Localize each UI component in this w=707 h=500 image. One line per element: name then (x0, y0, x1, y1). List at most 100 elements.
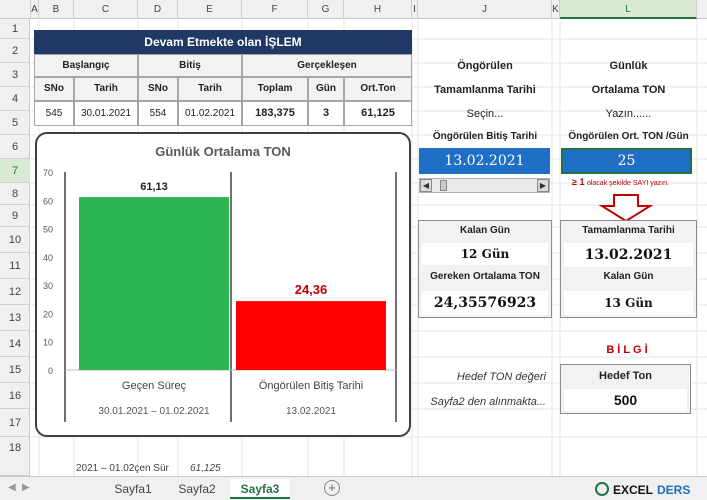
column-header-d[interactable]: D (138, 0, 178, 19)
hedef-ton-degeri-label: Hedef TON değeri (456, 371, 546, 383)
tab-sayfa1[interactable]: Sayfa1 (102, 479, 164, 499)
col-sno-start: SNo (34, 77, 74, 101)
kalan-gun2-header: Kalan Gün (603, 271, 654, 282)
down-arrow-icon (598, 194, 654, 223)
date-scrollbar[interactable]: ◀ ▶ (419, 178, 550, 193)
kalan-gun-value: 12 Gün (422, 243, 548, 265)
hint-text: olacak şekilde SAYI yazın. (586, 180, 669, 187)
col-tarih-end: Tarih (178, 77, 242, 101)
tab-scroll-right-icon[interactable]: ▶ (22, 482, 30, 493)
tamamlanma-value: 13.02.2021 (564, 243, 693, 267)
row-header[interactable]: 13 (0, 305, 30, 331)
col-tarih-start: Tarih (74, 77, 138, 101)
y-tick-label: 50 (43, 225, 53, 235)
forecast-date-value[interactable]: 13.02.2021 (419, 148, 550, 174)
row-header[interactable]: 1 (0, 19, 30, 39)
col-gun: Gün (308, 77, 344, 101)
ortalama-ton-label: Ortalama TON (591, 84, 666, 96)
col-sno-end: SNo (138, 77, 178, 101)
data-label: 61,13 (140, 181, 168, 193)
sheet-tab-bar: ◀ ▶ Sayfa1 Sayfa2 Sayfa3 + EXCEL DERS (0, 476, 707, 500)
cell-orton[interactable]: 61,125 (344, 101, 412, 126)
cell-sno-start[interactable]: 545 (34, 101, 74, 126)
table-title: Devam Etmekte olan İŞLEM (34, 30, 412, 54)
row-header[interactable]: 15 (0, 357, 30, 383)
select-all-corner[interactable] (0, 0, 31, 19)
column-header-e[interactable]: E (178, 0, 242, 19)
watermark-logo: EXCEL DERS (595, 481, 703, 497)
ongorulen-ort-ton-label: Öngörülen Ort. TON /Gün (568, 131, 689, 142)
cell-sno-end[interactable]: 554 (138, 101, 178, 126)
y-tick-label: 30 (43, 281, 53, 291)
row-header[interactable]: 12 (0, 279, 30, 305)
hedef-ton-header: Hedef Ton (599, 370, 652, 382)
bilgi-title: BİLGİ (606, 344, 651, 356)
tab-sayfa2[interactable]: Sayfa2 (166, 479, 228, 499)
data-label: 24,36 (295, 282, 328, 297)
col-orton: Ort.Ton (344, 77, 412, 101)
column-header-c[interactable]: C (74, 0, 138, 19)
column-header-k[interactable]: K (552, 0, 560, 19)
row-header[interactable]: 11 (0, 253, 30, 279)
category-label: Geçen Süreç (122, 380, 187, 392)
scroll-thumb[interactable] (440, 180, 447, 191)
ongorulen-bitis-label: Öngörülen Bitiş Tarihi (432, 131, 538, 142)
add-sheet-button[interactable]: + (324, 480, 340, 496)
column-header-j[interactable]: J (418, 0, 552, 19)
chart-plot: 0 10 20 30 40 50 60 70 61,13 Geçen Süreç 30.01.202… (43, 168, 397, 422)
cell-tarih-start[interactable]: 30.01.2021 (74, 101, 138, 126)
column-header-l[interactable]: L (560, 0, 697, 19)
category-label: Öngörülen Bitiş Tarihi (259, 380, 363, 392)
scroll-left-button[interactable]: ◀ (420, 179, 432, 192)
forecast-ton-input[interactable]: 25 (561, 148, 692, 174)
column-header-g[interactable]: G (308, 0, 344, 19)
partial-cell-text: 2021 – 01.02çen Sür (76, 463, 169, 474)
hint-symbol: ≥ 1 (572, 177, 585, 187)
column-header-bar: A B C D E F G H I J K L (0, 0, 707, 19)
col-toplam: Toplam (242, 77, 308, 101)
row-header[interactable]: 16 (0, 383, 30, 409)
tab-sayfa3[interactable]: Sayfa3 (230, 479, 290, 499)
hedef-ton-panel: Hedef Ton 500 (560, 364, 691, 414)
row-header[interactable]: 10 (0, 227, 30, 253)
row-header[interactable]: 5 (0, 111, 30, 135)
row-header[interactable]: 9 (0, 205, 30, 227)
completion-panel: Tamamlanma Tarihi 13.02.2021 Kalan Gün 1… (560, 220, 697, 318)
column-header-b[interactable]: B (39, 0, 74, 19)
row-header[interactable]: 8 (0, 183, 30, 205)
cell-toplam[interactable]: 183,375 (242, 101, 308, 126)
daily-average-chart[interactable]: Günlük Ortalama TON 0 10 20 30 40 50 60 70 61,13… (35, 132, 411, 437)
row-header[interactable]: 18 (0, 437, 30, 476)
ongorulen-label: Öngörülen (457, 60, 513, 72)
row-header[interactable]: 3 (0, 63, 30, 87)
y-tick-label: 60 (43, 196, 53, 206)
row-header[interactable]: 14 (0, 331, 30, 357)
tab-scroll-left-icon[interactable]: ◀ (8, 482, 16, 493)
cell-tarih-end[interactable]: 01.02.2021 (178, 101, 242, 126)
gereken-ton-header: Gereken Ortalama TON (430, 271, 540, 282)
svg-text:DERS: DERS (657, 483, 690, 497)
group-realized-header: Gerçekleşen (242, 54, 412, 77)
row-header[interactable]: 7 (0, 159, 30, 183)
category-sublabel: 13.02.2021 (286, 406, 336, 417)
column-header-h[interactable]: H (344, 0, 412, 19)
secin-label: Seçin... (466, 108, 504, 120)
bar (236, 301, 386, 370)
column-header-a[interactable]: A (31, 0, 39, 19)
group-end-header: Bitiş (138, 54, 242, 77)
row-header[interactable]: 4 (0, 87, 30, 111)
y-tick-label: 10 (43, 338, 53, 348)
cell-gun[interactable]: 3 (308, 101, 344, 126)
row-header[interactable]: 17 (0, 409, 30, 437)
kalan-gun-header: Kalan Gün (459, 225, 510, 236)
y-tick-label: 40 (43, 253, 53, 263)
row-header[interactable]: 2 (0, 39, 30, 63)
scroll-right-button[interactable]: ▶ (537, 179, 549, 192)
row-header[interactable]: 6 (0, 135, 30, 159)
svg-text:EXCEL: EXCEL (613, 483, 653, 497)
hint-line: ≥ 1 olacak şekilde SAYI yazın. (572, 177, 697, 187)
column-header-f[interactable]: F (242, 0, 308, 19)
row-header-bar: 1 2 3 4 5 6 7 8 9 10 11 12 13 14 15 16 1… (0, 19, 30, 476)
tamamlanma-header: Tamamlanma Tarihi (582, 225, 675, 236)
yazin-label: Yazın...... (605, 108, 652, 120)
